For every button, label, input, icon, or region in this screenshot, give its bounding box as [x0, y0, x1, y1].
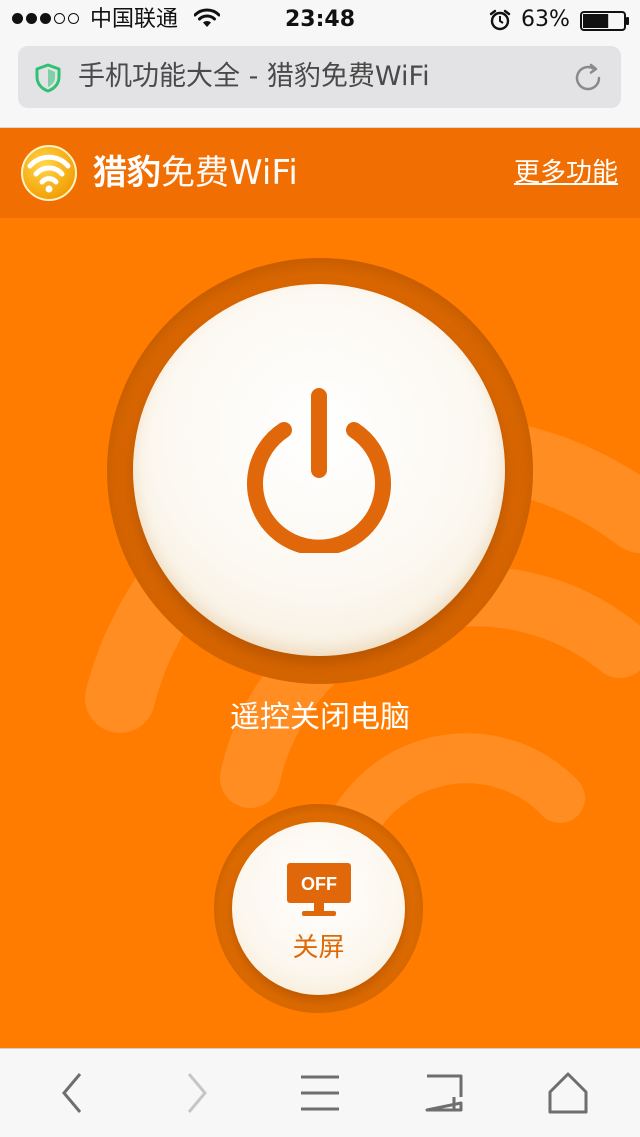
power-icon	[247, 388, 391, 553]
back-icon[interactable]	[47, 1069, 97, 1117]
home-icon[interactable]	[543, 1069, 593, 1117]
battery-icon	[580, 11, 629, 31]
forward-icon[interactable]	[172, 1069, 222, 1117]
reload-icon[interactable]	[572, 62, 604, 94]
brand-name: 猎豹免费WiFi	[93, 150, 298, 196]
monitor-off-icon: OFF	[286, 862, 352, 918]
web-page: 猎豹免费WiFi 更多功能 遥控关闭电脑 OFF 关屏	[0, 128, 640, 1048]
shutdown-pc-button[interactable]	[133, 284, 505, 656]
monitor-off-text: OFF	[301, 874, 337, 894]
wifi-logo-icon	[21, 145, 77, 201]
menu-icon[interactable]	[295, 1069, 345, 1117]
address-bar: 手机功能大全 - 猎豹免费WiFi	[0, 40, 640, 128]
shield-icon	[35, 63, 61, 93]
battery-percentage: 63%	[521, 7, 570, 32]
alarm-icon	[489, 9, 511, 31]
brand-name-bold: 猎豹	[93, 153, 161, 193]
status-bar: 中国联通 23:48 63%	[0, 0, 640, 40]
browser-toolbar	[0, 1048, 640, 1137]
page-header: 猎豹免费WiFi 更多功能	[0, 128, 640, 218]
tabs-icon[interactable]	[420, 1069, 470, 1117]
screen-off-button[interactable]: OFF 关屏	[232, 822, 405, 995]
shutdown-pc-label: 遥控关闭电脑	[230, 700, 410, 735]
page-title: 手机功能大全 - 猎豹免费WiFi	[78, 61, 430, 92]
screen-off-label: 关屏	[292, 933, 345, 963]
url-field[interactable]: 手机功能大全 - 猎豹免费WiFi	[18, 46, 621, 108]
more-features-link[interactable]: 更多功能	[514, 154, 618, 192]
brand-name-light: 免费WiFi	[161, 153, 298, 193]
